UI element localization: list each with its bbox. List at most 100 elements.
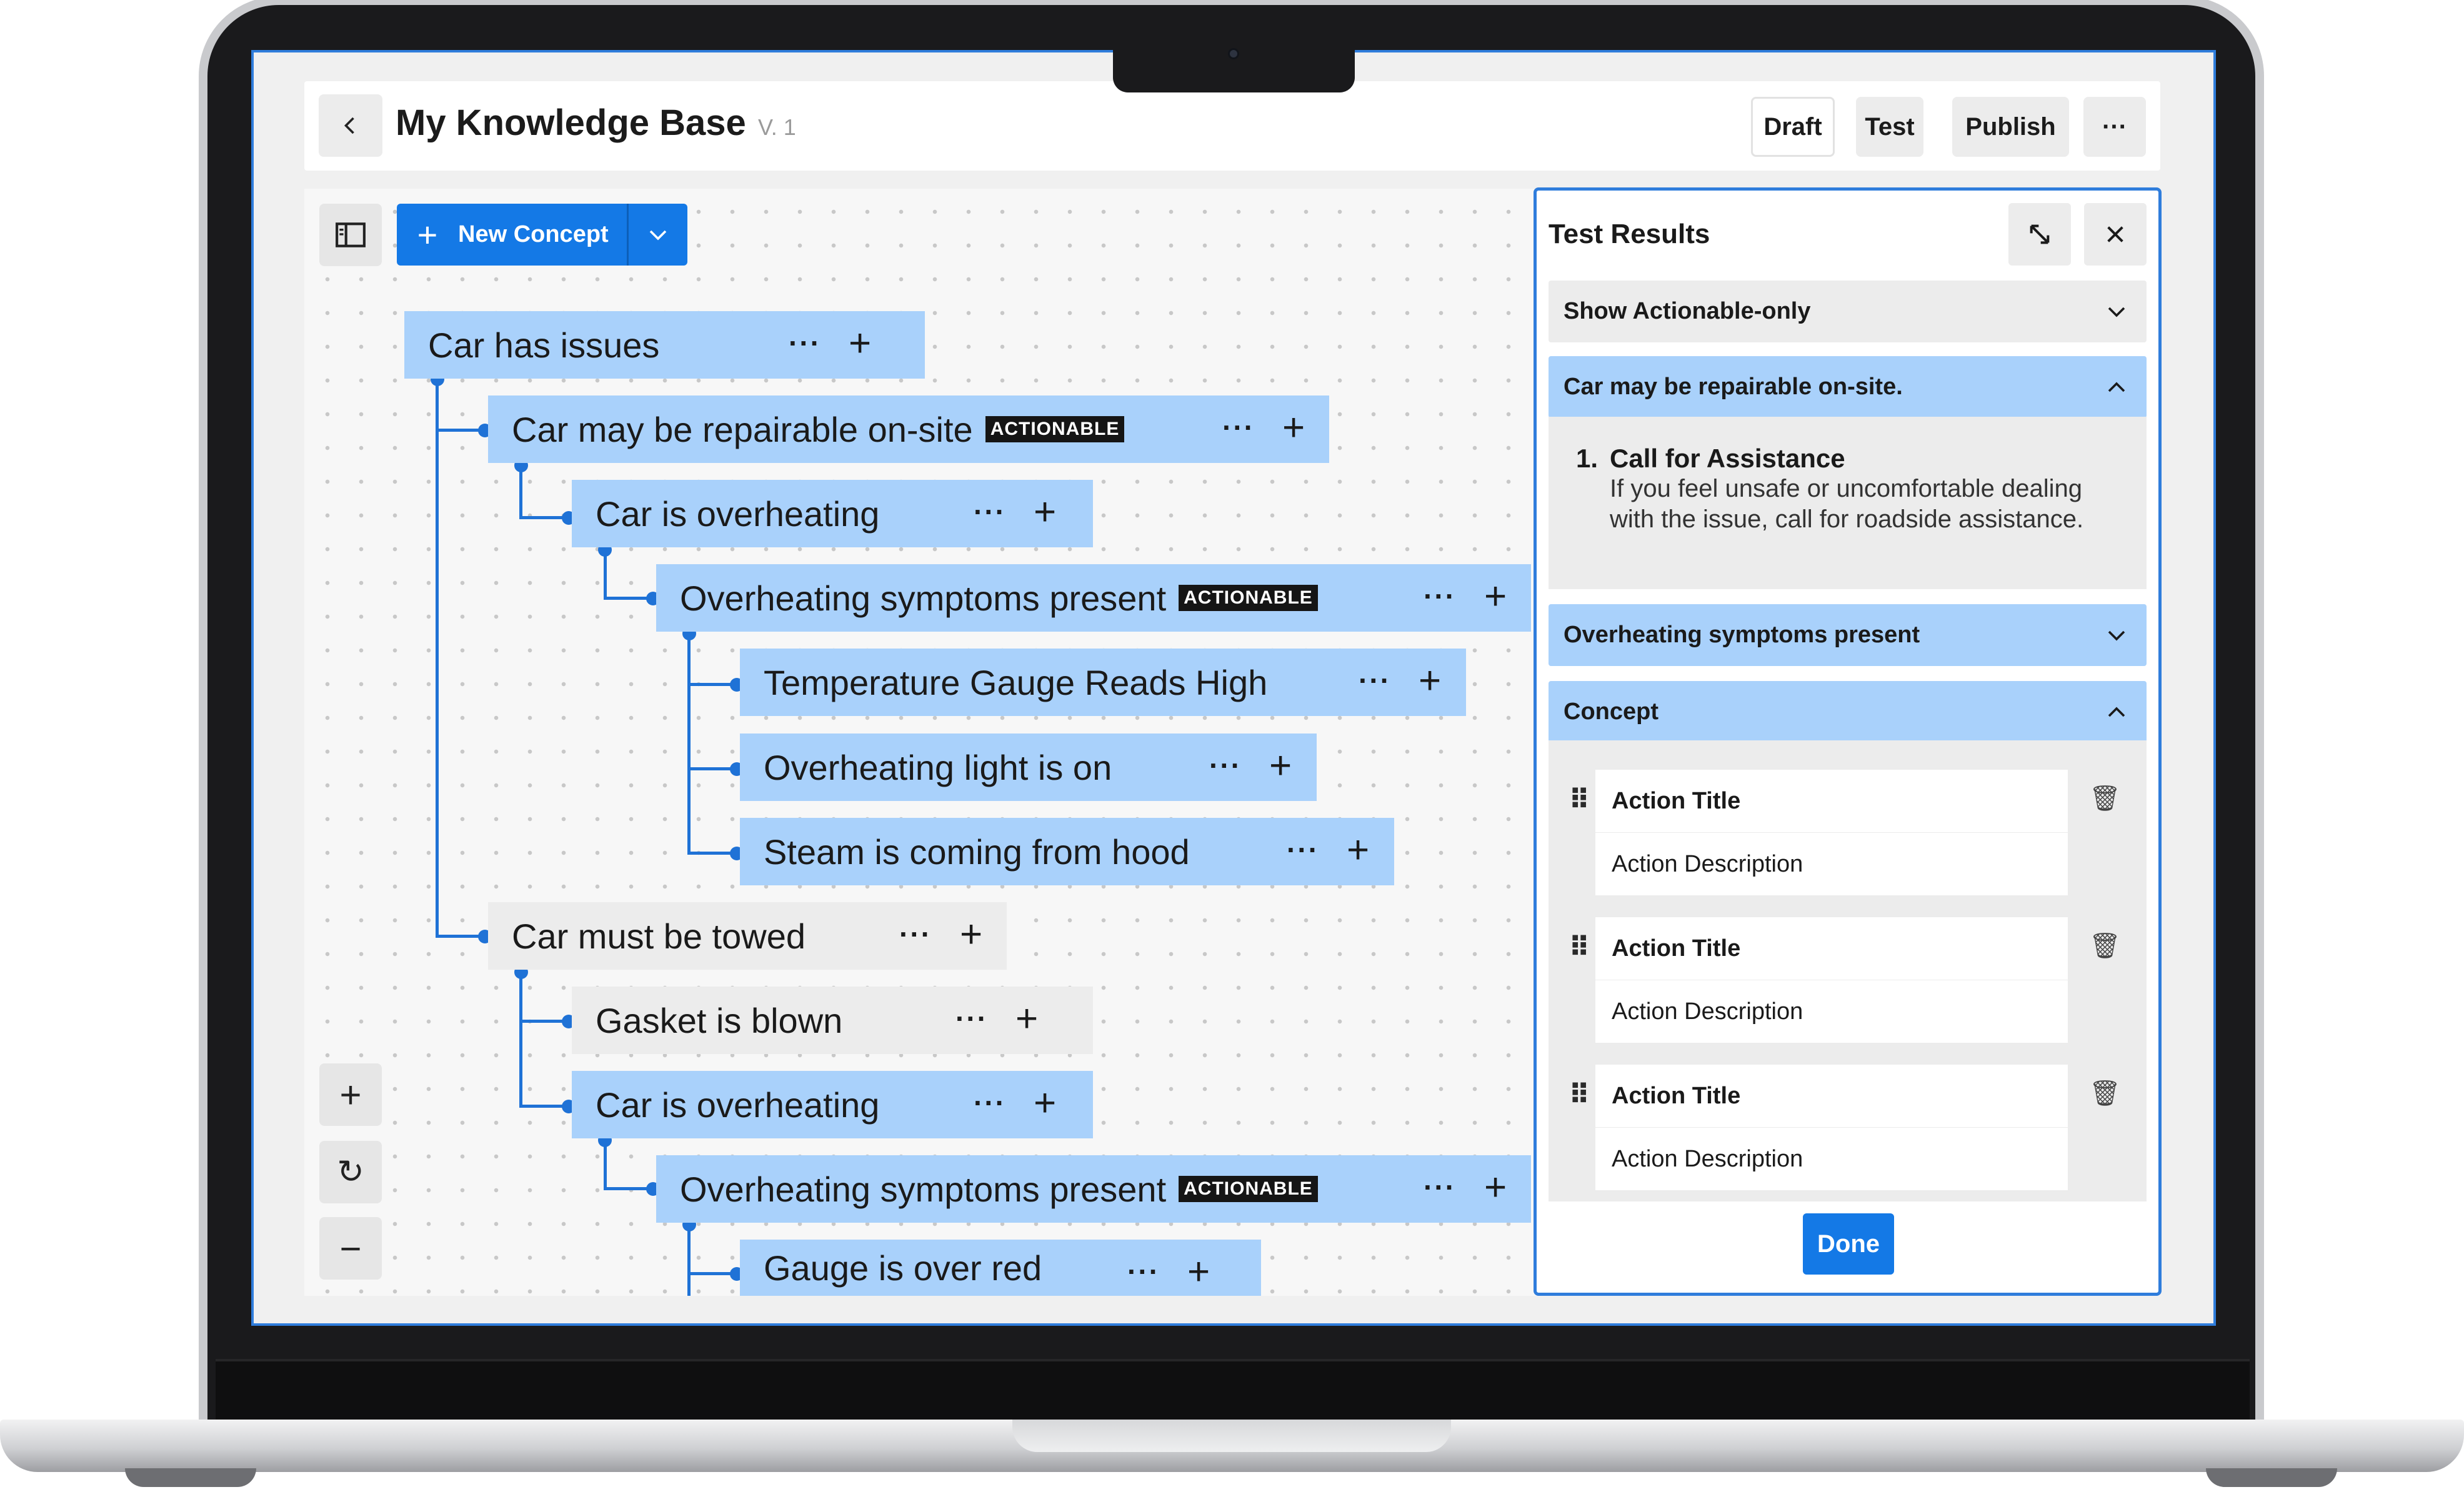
more-options-button[interactable]: ··· xyxy=(2083,97,2146,157)
plus-icon: + xyxy=(417,215,438,254)
action-title-field[interactable]: Action Title xyxy=(1595,1065,2068,1127)
node-label: Temperature Gauge Reads High xyxy=(764,662,1268,702)
drag-handle-icon[interactable]: ⠿ xyxy=(1569,932,1590,963)
more-icon[interactable]: ··· xyxy=(1424,579,1456,613)
chevron-down-icon xyxy=(649,230,667,241)
action-description-field[interactable]: Action Description xyxy=(1595,1128,2068,1190)
camera-icon xyxy=(1228,48,1239,59)
drag-handle-icon[interactable]: ⠿ xyxy=(1569,1079,1590,1111)
new-concept-dropdown[interactable] xyxy=(629,204,687,266)
node-label: Overheating symptoms present xyxy=(680,578,1167,618)
add-child-icon[interactable]: + xyxy=(1034,490,1056,534)
actionable-badge: ACTIONABLE xyxy=(1179,1176,1318,1202)
concept-node[interactable]: Car has issues ··· + xyxy=(404,311,925,379)
laptop-foot-right xyxy=(2206,1468,2337,1487)
add-child-icon[interactable]: + xyxy=(1347,828,1369,872)
draft-button[interactable]: Draft xyxy=(1751,97,1835,157)
node-label: Car is overheating xyxy=(596,1085,880,1125)
add-child-icon[interactable]: + xyxy=(1034,1081,1056,1125)
expand-panel-button[interactable] xyxy=(2008,203,2071,266)
concept-node[interactable]: Overheating symptoms present ACTIONABLE … xyxy=(656,1155,1531,1223)
step-title: Call for Assistance xyxy=(1610,444,1845,473)
add-child-icon[interactable]: + xyxy=(1419,659,1441,703)
add-child-icon[interactable]: + xyxy=(1484,1165,1507,1210)
zoom-out-button[interactable]: − xyxy=(319,1217,382,1280)
concept-node[interactable]: Temperature Gauge Reads High ··· + xyxy=(740,649,1466,716)
node-label: Overheating symptoms present xyxy=(680,1169,1167,1209)
test-button[interactable]: Test xyxy=(1856,97,1923,157)
actionable-badge: ACTIONABLE xyxy=(985,416,1125,442)
chevron-up-icon xyxy=(2108,706,2125,717)
reset-view-button[interactable]: ↻ xyxy=(319,1141,382,1203)
done-button[interactable]: Done xyxy=(1803,1213,1894,1275)
add-child-icon[interactable]: + xyxy=(1015,997,1038,1041)
connector-line xyxy=(519,970,522,1108)
add-child-icon[interactable]: + xyxy=(1282,405,1305,450)
chevron-up-icon xyxy=(2108,381,2125,392)
node-label: Car is overheating xyxy=(596,494,880,534)
more-icon[interactable]: ··· xyxy=(955,1002,988,1035)
action-title-field[interactable]: Action Title xyxy=(1595,917,2068,980)
add-child-icon[interactable]: + xyxy=(1269,744,1292,788)
concept-node[interactable]: Overheating symptoms present ACTIONABLE … xyxy=(656,564,1531,632)
concept-node[interactable]: Steam is coming from hood ··· + xyxy=(740,818,1394,885)
version-label: V. 1 xyxy=(758,114,796,140)
node-label: Gauge is over red xyxy=(764,1248,1042,1288)
actionable-badge: ACTIONABLE xyxy=(1179,585,1318,611)
add-child-icon[interactable]: + xyxy=(1484,574,1507,619)
concept-node[interactable]: Gasket is blown ··· + xyxy=(572,987,1093,1054)
more-icon[interactable]: ··· xyxy=(1359,664,1391,697)
page-title: My Knowledge Base xyxy=(396,102,746,143)
more-icon[interactable]: ··· xyxy=(1424,1170,1456,1204)
chevron-left-icon xyxy=(344,117,354,134)
close-panel-button[interactable] xyxy=(2084,203,2147,266)
action-title-field[interactable]: Action Title xyxy=(1595,770,2068,832)
concept-node[interactable]: Car is overheating ··· + xyxy=(572,1071,1093,1138)
more-icon[interactable]: ··· xyxy=(789,326,821,360)
more-icon[interactable]: ··· xyxy=(974,495,1006,529)
filter-actionable-dropdown[interactable]: Show Actionable-only xyxy=(1549,281,2147,342)
add-child-icon[interactable]: + xyxy=(960,912,982,957)
more-icon[interactable]: ··· xyxy=(974,1086,1006,1120)
drag-handle-icon[interactable]: ⠿ xyxy=(1569,784,1590,816)
new-concept-label: New Concept xyxy=(458,221,609,247)
publish-button[interactable]: Publish xyxy=(1952,97,2069,157)
accordion-concept[interactable]: Concept xyxy=(1549,681,2147,743)
more-icon: ··· xyxy=(2102,112,2127,141)
add-child-icon[interactable]: + xyxy=(849,321,871,366)
accordion-symptoms[interactable]: Overheating symptoms present xyxy=(1549,604,2147,666)
chevron-down-icon xyxy=(2108,630,2125,641)
more-icon[interactable]: ··· xyxy=(1222,410,1255,444)
concept-node[interactable]: Car must be towed ··· + xyxy=(488,902,1007,970)
node-label: Car must be towed xyxy=(512,916,806,956)
zoom-in-button[interactable]: + xyxy=(319,1063,382,1126)
connector-line xyxy=(687,1223,691,1296)
node-label: Car may be repairable on-site xyxy=(512,409,973,449)
more-icon[interactable]: ··· xyxy=(1127,1255,1160,1288)
new-concept-button[interactable]: + New Concept xyxy=(397,204,687,266)
trash-icon[interactable]: 🗑 xyxy=(2089,1078,2121,1108)
trash-icon[interactable]: 🗑 xyxy=(2089,783,2121,813)
accordion-title: Concept xyxy=(1564,699,1658,725)
add-child-icon[interactable]: + xyxy=(1187,1250,1210,1294)
action-description-field[interactable]: Action Description xyxy=(1595,980,2068,1043)
more-icon[interactable]: ··· xyxy=(899,917,932,951)
refresh-icon: ↻ xyxy=(337,1154,364,1190)
concept-node[interactable]: Gauge is over red ··· + xyxy=(740,1240,1261,1296)
more-icon[interactable]: ··· xyxy=(1209,748,1242,782)
trash-icon[interactable]: 🗑 xyxy=(2089,931,2121,960)
node-label: Gasket is blown xyxy=(596,1000,843,1040)
more-icon[interactable]: ··· xyxy=(1287,833,1319,867)
concept-node[interactable]: Car may be repairable on-site ACTIONABLE… xyxy=(488,395,1329,463)
action-description-field[interactable]: Action Description xyxy=(1595,833,2068,895)
back-button[interactable] xyxy=(319,94,382,157)
connector-line xyxy=(436,378,439,937)
concept-node[interactable]: Car is overheating ··· + xyxy=(572,480,1093,547)
accordion-repairable[interactable]: Car may be repairable on-site. xyxy=(1549,356,2147,418)
concept-node[interactable]: Overheating light is on ··· + xyxy=(740,734,1317,801)
node-label: Steam is coming from hood xyxy=(764,832,1190,872)
sidebar-icon xyxy=(336,222,366,247)
accordion-title: Car may be repairable on-site. xyxy=(1564,374,1903,400)
step-description: If you feel unsafe or uncomfortable deal… xyxy=(1610,475,2084,533)
sidebar-toggle-button[interactable] xyxy=(319,204,382,266)
